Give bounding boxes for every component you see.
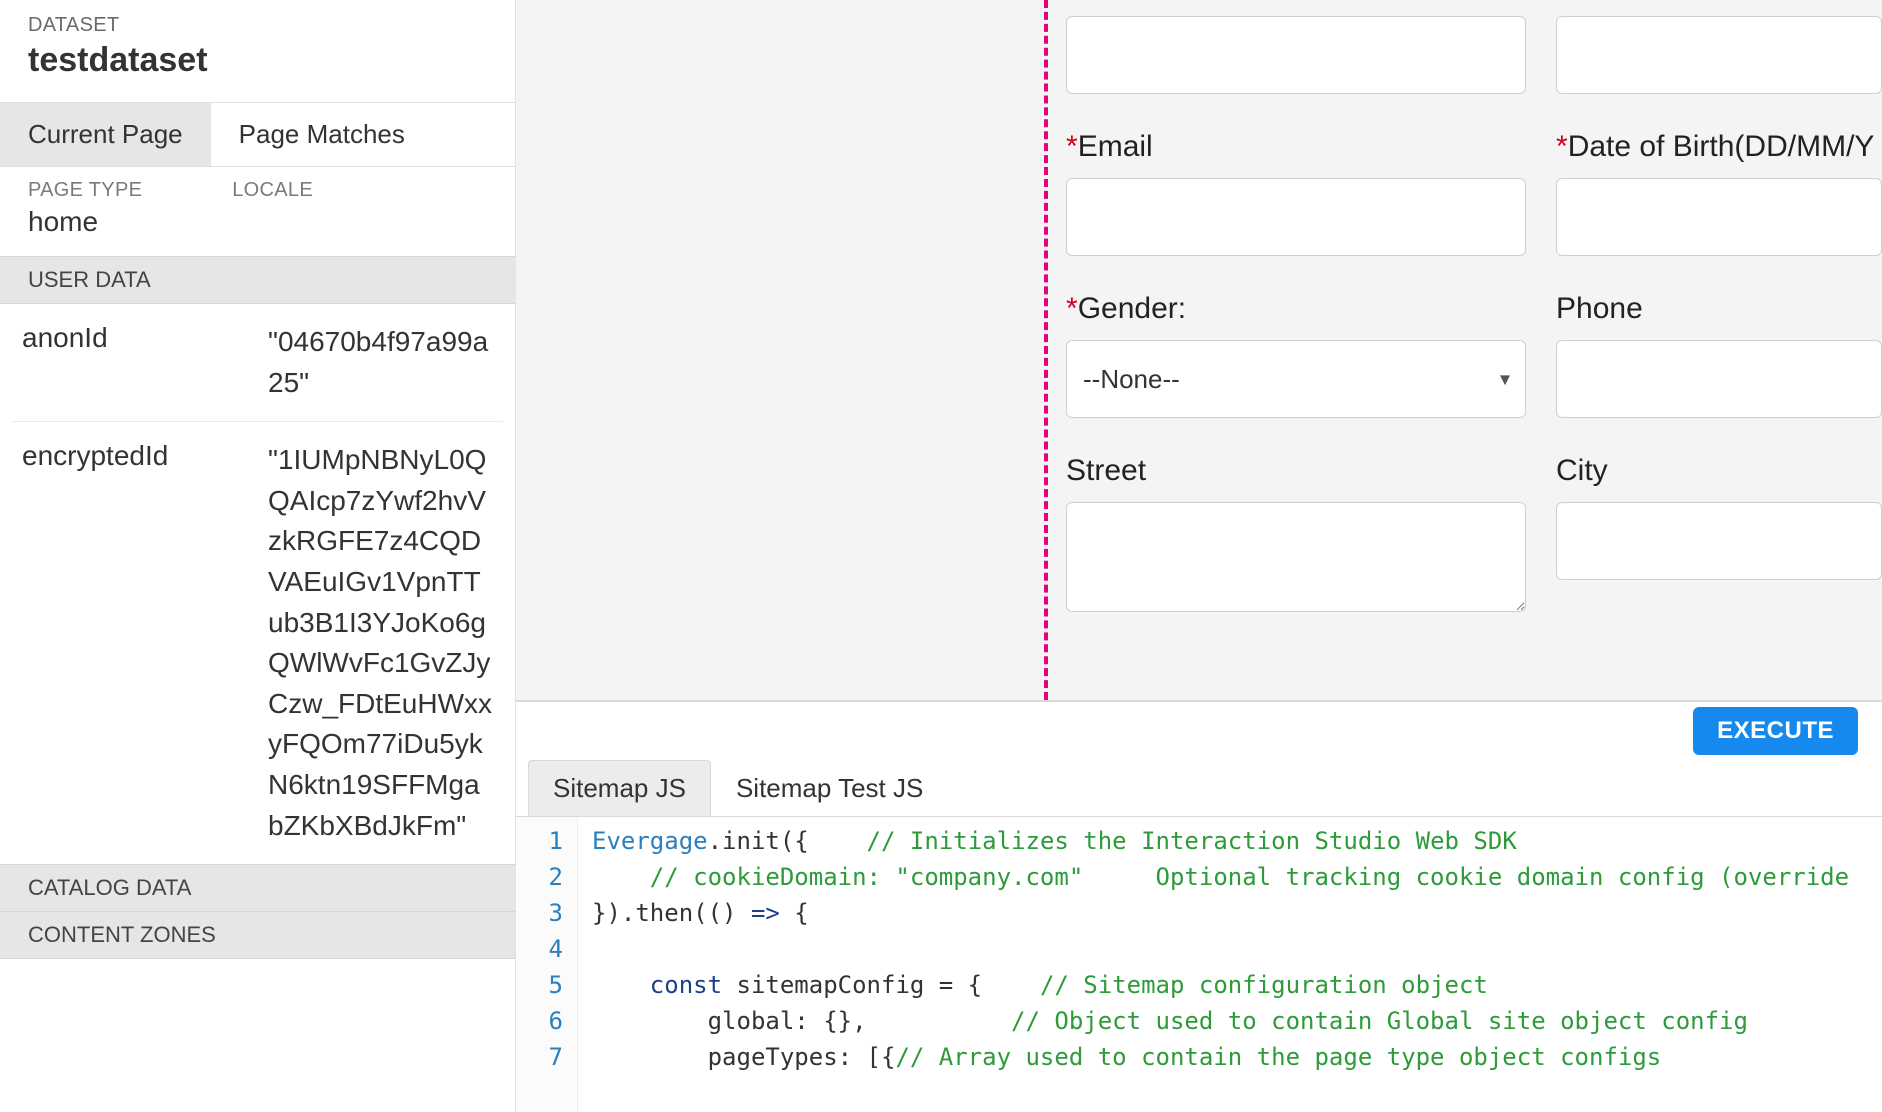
line-number: 5 [516, 967, 563, 1003]
dataset-label: DATASET [28, 14, 487, 37]
user-data-row: anonId "04670b4f97a99a25" [12, 304, 503, 422]
phone-input[interactable] [1556, 340, 1882, 418]
city-input[interactable] [1556, 502, 1882, 580]
line-number: 3 [516, 895, 563, 931]
code-body[interactable]: Evergage.init({ // Initializes the Inter… [578, 817, 1882, 1112]
user-data-key: anonId [22, 322, 250, 403]
sidebar: DATASET testdataset Current Page Page Ma… [0, 0, 516, 1112]
user-data-list: anonId "04670b4f97a99a25" encryptedId "1… [0, 304, 515, 864]
line-number: 1 [516, 823, 563, 859]
catalog-data-header[interactable]: CATALOG DATA [0, 864, 515, 912]
street-label: Street [1066, 454, 1556, 488]
email-label: Email [1078, 130, 1153, 163]
street-textarea[interactable] [1066, 502, 1526, 612]
user-data-header: USER DATA [0, 256, 515, 304]
page-type-value: home [28, 206, 142, 238]
tab-sitemap-test-js[interactable]: Sitemap Test JS [711, 760, 948, 816]
code-line[interactable]: global: {}, // Object used to contain Gl… [592, 1003, 1882, 1039]
code-line[interactable]: const sitemapConfig = { // Sitemap confi… [592, 967, 1882, 1003]
code-line[interactable]: }).then(() => { [592, 895, 1882, 931]
code-line[interactable]: pageTypes: [{// Array used to contain th… [592, 1039, 1882, 1075]
tab-sitemap-js[interactable]: Sitemap JS [528, 760, 711, 816]
form-preview: *Email *Date of Birth(DD/MM/Y *Gender: -… [516, 0, 1882, 700]
tab-current-page[interactable]: Current Page [0, 103, 211, 166]
page-meta: PAGE TYPE home LOCALE [0, 167, 515, 256]
gender-label: Gender: [1078, 292, 1186, 325]
code-editor[interactable]: 1234567 Evergage.init({ // Initializes t… [516, 817, 1882, 1112]
user-data-key: encryptedId [22, 440, 250, 846]
dataset-name: testdataset [28, 41, 487, 80]
locale-label: LOCALE [232, 179, 313, 202]
form-input-blank2[interactable] [1556, 16, 1882, 94]
gender-select[interactable]: --None-- [1066, 340, 1526, 418]
code-line[interactable]: Evergage.init({ // Initializes the Inter… [592, 823, 1882, 859]
code-tabs: Sitemap JS Sitemap Test JS [516, 760, 1882, 817]
execute-button[interactable]: EXECUTE [1693, 707, 1858, 755]
right-pane: *Email *Date of Birth(DD/MM/Y *Gender: -… [516, 0, 1882, 1112]
line-number: 4 [516, 931, 563, 967]
execute-bar: EXECUTE [516, 700, 1882, 760]
user-data-row: encryptedId "1IUMpNBNyL0QQAIcp7zYwf2hvVz… [12, 422, 503, 864]
line-number: 2 [516, 859, 563, 895]
page-type-label: PAGE TYPE [28, 179, 142, 202]
code-line[interactable] [592, 931, 1882, 967]
user-data-val: "04670b4f97a99a25" [268, 322, 493, 403]
code-line[interactable]: // cookieDomain: "company.com" Optional … [592, 859, 1882, 895]
code-gutter: 1234567 [516, 817, 578, 1112]
dataset-block: DATASET testdataset [0, 0, 515, 102]
dob-label: Date of Birth(DD/MM/Y [1568, 130, 1875, 163]
city-label: City [1556, 454, 1882, 488]
email-input[interactable] [1066, 178, 1526, 256]
line-number: 7 [516, 1039, 563, 1075]
dob-input[interactable] [1556, 178, 1882, 256]
user-data-val: "1IUMpNBNyL0QQAIcp7zYwf2hvVzkRGFE7z4CQDV… [268, 440, 493, 846]
sidebar-tabs: Current Page Page Matches [0, 102, 515, 167]
form-input-blank1[interactable] [1066, 16, 1526, 94]
phone-label: Phone [1556, 292, 1882, 326]
tab-page-matches[interactable]: Page Matches [211, 103, 433, 166]
line-number: 6 [516, 1003, 563, 1039]
content-zones-header[interactable]: CONTENT ZONES [0, 912, 515, 959]
